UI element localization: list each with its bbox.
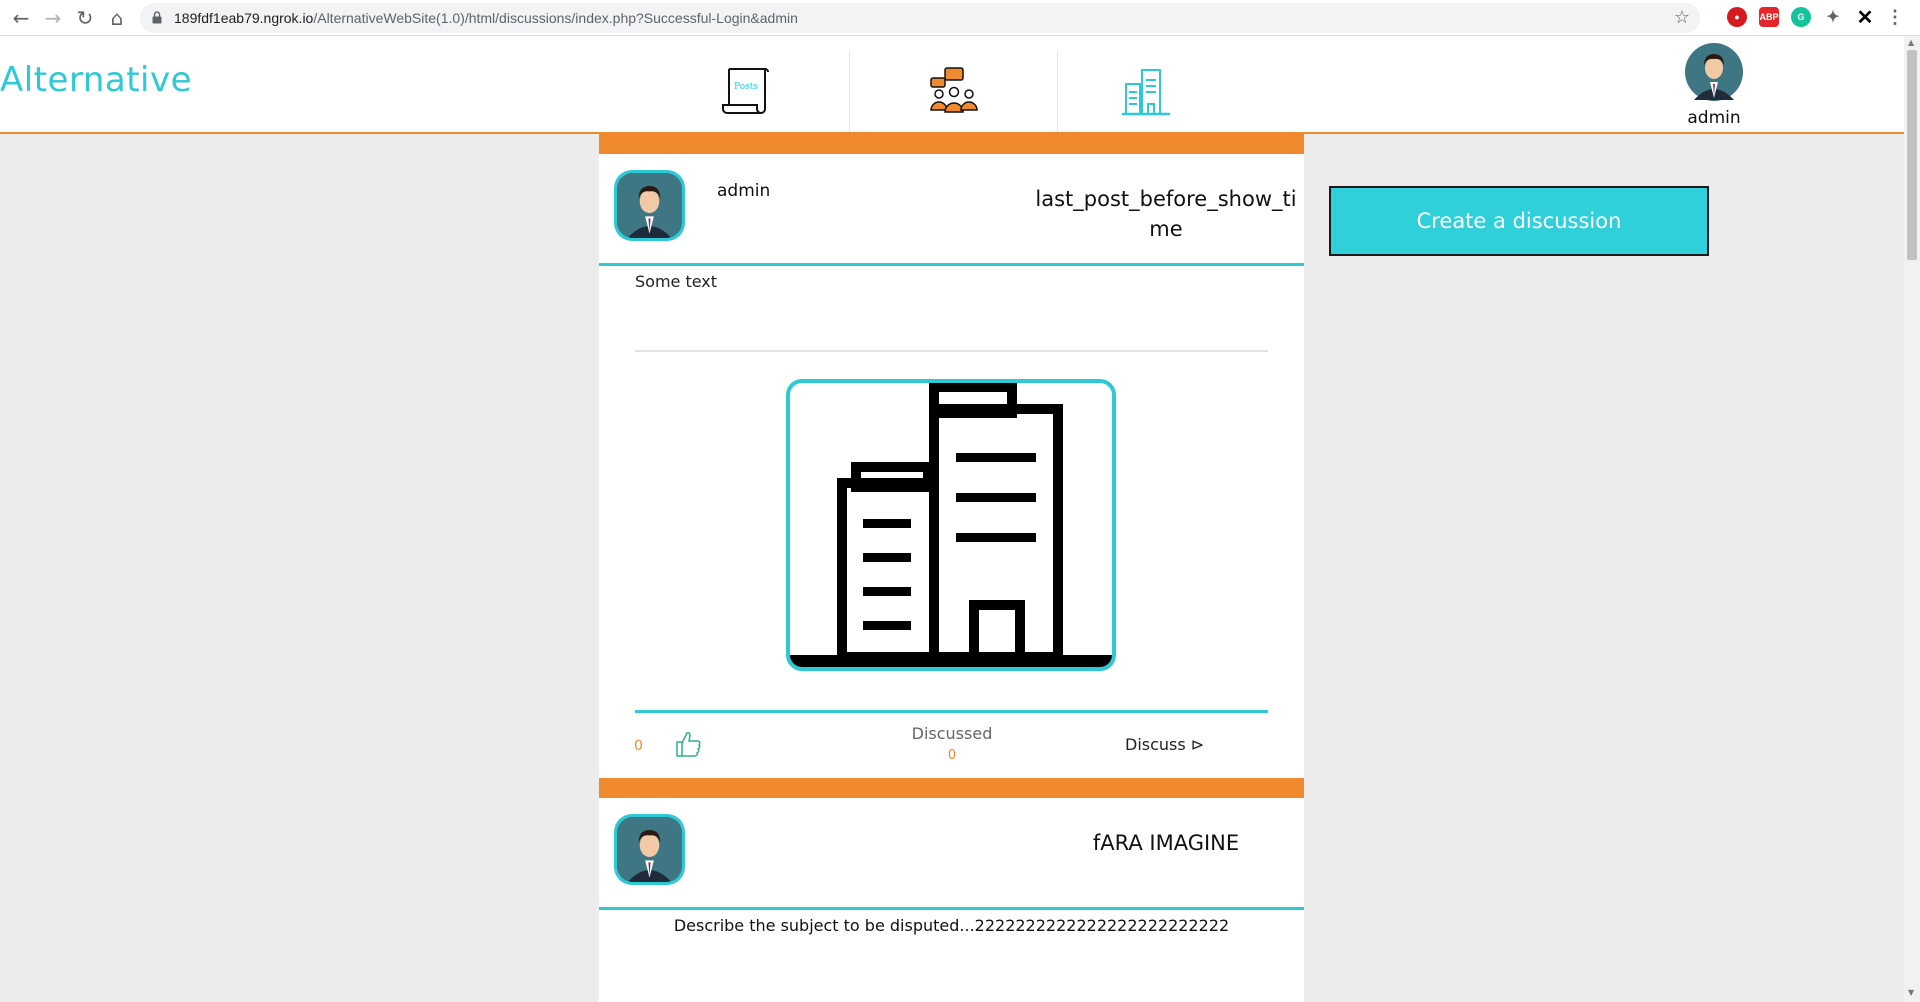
page-scrollbar[interactable]: ▲ ▼ — [1904, 36, 1920, 1002]
building-image-icon — [790, 383, 1112, 667]
opera-extension-icon[interactable]: ● — [1727, 7, 1747, 27]
browser-menu-icon[interactable]: ⋮ — [1885, 7, 1905, 27]
nav-companies[interactable] — [1058, 50, 1234, 132]
avatar — [1685, 43, 1743, 101]
post-image[interactable] — [786, 379, 1116, 671]
scroll-down-icon[interactable]: ▼ — [1908, 988, 1914, 997]
site-header: Alternative Posts admin — [0, 36, 1904, 134]
divider — [635, 350, 1268, 352]
discussed-label: Discussed — [911, 724, 993, 743]
reload-icon[interactable]: ↻ — [72, 5, 98, 31]
user-name: admin — [1687, 108, 1741, 128]
author-avatar[interactable] — [614, 170, 685, 241]
bookmark-star-icon[interactable]: ☆ — [1674, 7, 1690, 28]
like-count: 0 — [634, 738, 643, 754]
post-title: last_post_before_show_time — [1035, 187, 1297, 241]
url-text: 189fdf1eab79.ngrok.io/AlternativeWebSite… — [174, 10, 798, 26]
nav-discussions[interactable] — [850, 50, 1058, 132]
discussion-group-icon — [929, 67, 978, 113]
discuss-link[interactable]: Discuss ⊳ — [1125, 735, 1204, 754]
post-text: Some text — [635, 272, 718, 291]
discussion-feed: admin last_post_before_show_time Some te… — [599, 134, 1304, 1002]
post-text: Describe the subject to be disputed...22… — [673, 916, 1230, 935]
post-header: fARA IMAGINE — [599, 798, 1304, 910]
post-separator — [599, 134, 1304, 154]
scrollbar-thumb[interactable] — [1907, 50, 1917, 260]
post-author[interactable]: admin — [717, 181, 770, 201]
scroll-up-icon[interactable]: ▲ — [1908, 38, 1914, 47]
user-menu[interactable]: admin — [1682, 42, 1746, 128]
post-separator — [599, 778, 1304, 798]
x-extension-icon[interactable]: ✕ — [1855, 7, 1875, 29]
avatar-icon — [617, 817, 682, 882]
puzzle-extensions-icon[interactable]: ✦ — [1823, 7, 1843, 27]
post-footer-divider — [635, 710, 1268, 713]
lock-icon — [152, 11, 162, 24]
post-header: admin last_post_before_show_time — [599, 154, 1304, 266]
adblock-icon[interactable]: ABP — [1759, 7, 1779, 27]
main-nav: Posts — [642, 50, 1058, 132]
building-icon — [1122, 69, 1170, 116]
site-logo[interactable]: Alternative — [0, 60, 192, 100]
grammarly-icon[interactable]: G — [1791, 7, 1811, 27]
back-icon[interactable]: ← — [8, 5, 34, 31]
forward-icon[interactable]: → — [40, 5, 66, 31]
nav-posts[interactable]: Posts — [642, 50, 850, 132]
browser-toolbar: ← → ↻ ⌂ 189fdf1eab79.ngrok.io/Alternativ… — [0, 0, 1920, 36]
thumbs-up-icon[interactable] — [673, 729, 703, 759]
svg-text:Posts: Posts — [734, 82, 758, 92]
posts-scroll-icon: Posts — [721, 68, 769, 114]
address-bar[interactable]: 189fdf1eab79.ngrok.io/AlternativeWebSite… — [140, 3, 1700, 33]
author-avatar[interactable] — [614, 814, 685, 885]
create-discussion-button[interactable]: Create a discussion — [1329, 186, 1709, 256]
avatar-icon — [617, 173, 682, 238]
discussed-count: 0 — [947, 748, 957, 763]
home-icon[interactable]: ⌂ — [104, 5, 130, 31]
post-title: fARA IMAGINE — [1092, 831, 1240, 855]
